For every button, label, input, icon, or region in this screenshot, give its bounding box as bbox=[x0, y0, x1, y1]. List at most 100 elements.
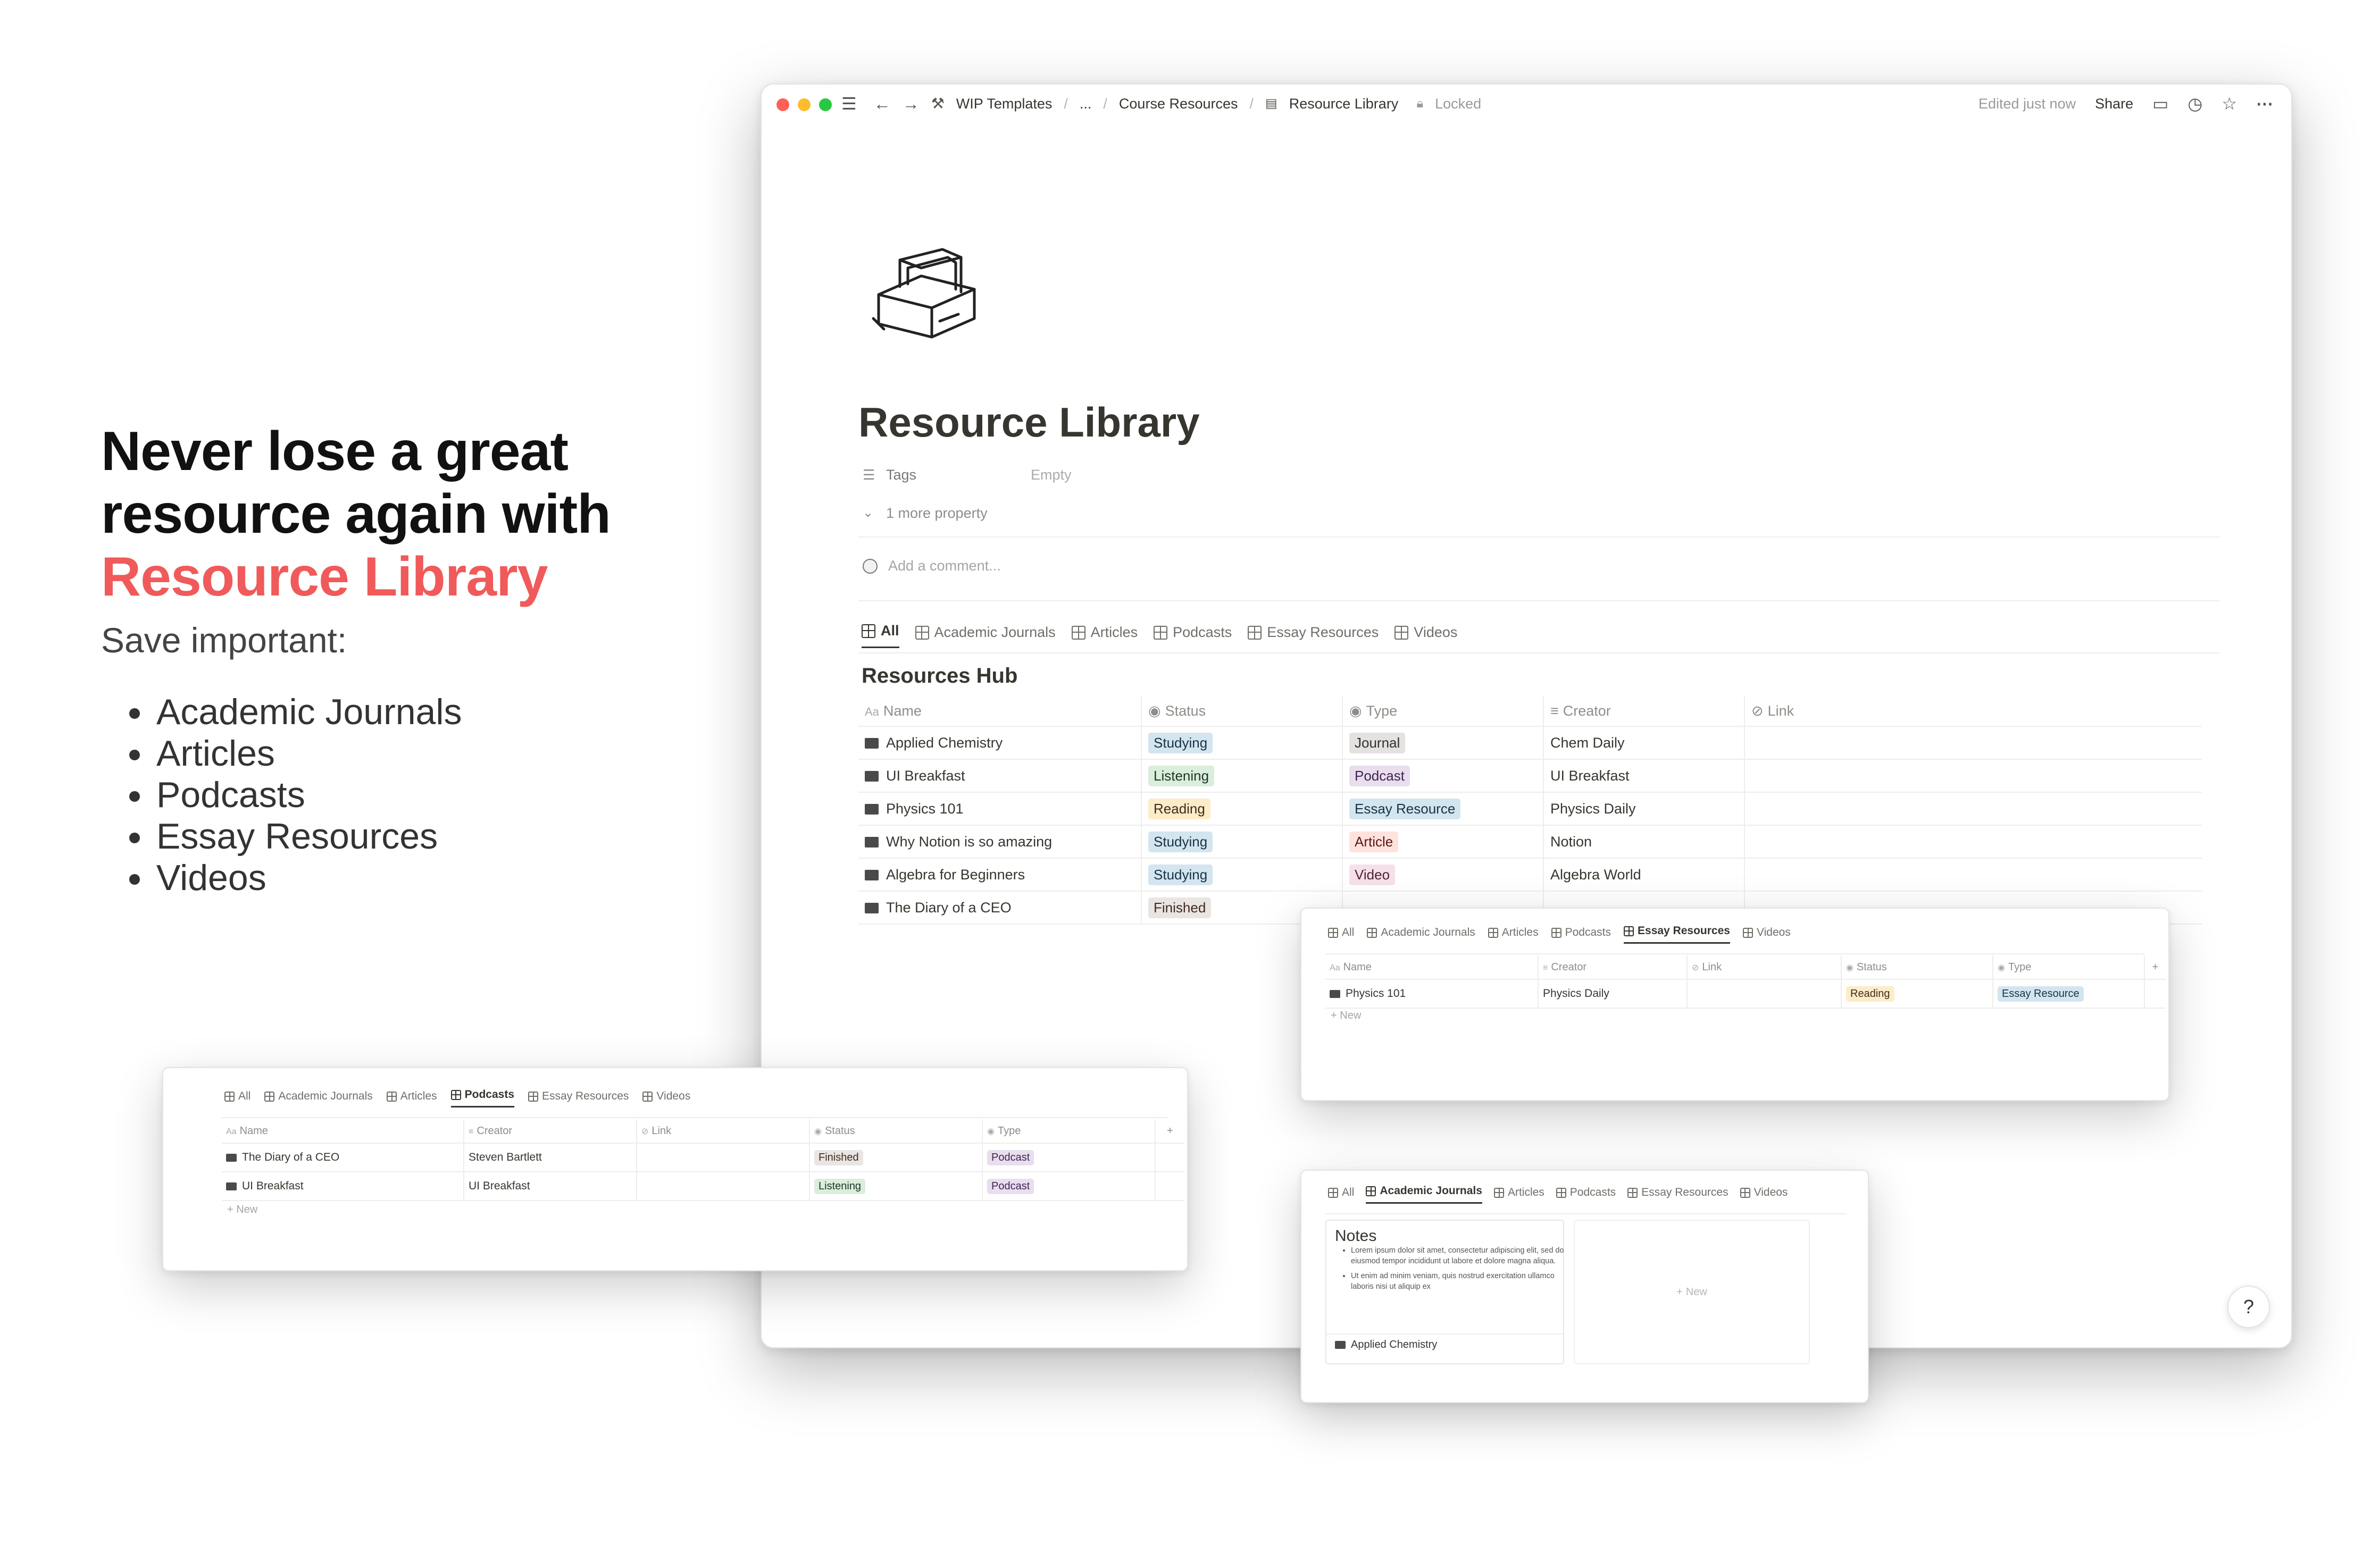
column-header-link[interactable]: ⊘ Link bbox=[637, 1119, 810, 1144]
column-header-link[interactable]: ⊘ Link bbox=[1687, 955, 1842, 980]
property-tags-value[interactable]: Empty bbox=[1031, 467, 1072, 483]
property-tags[interactable]: ☰ Tags Empty bbox=[863, 465, 1072, 484]
cell-type[interactable]: Podcast bbox=[982, 1172, 1156, 1201]
table-row[interactable]: Applied Chemistry Studying Journal Chem Dai… bbox=[858, 726, 2202, 760]
column-header-status[interactable]: ◉ Status bbox=[1141, 696, 1343, 727]
tab-videos[interactable]: Videos bbox=[642, 1090, 690, 1107]
updates-clock-icon[interactable]: ◷ bbox=[2187, 94, 2202, 113]
gallery-new-card[interactable]: + New bbox=[1574, 1220, 1810, 1364]
table-row[interactable]: The Diary of a CEO Steven Bartlett Finishe… bbox=[222, 1143, 1184, 1172]
type-badge[interactable]: Essay Resource bbox=[1349, 798, 1461, 819]
cell-status[interactable]: Studying bbox=[1141, 726, 1343, 760]
tab-all[interactable]: All bbox=[1328, 926, 1354, 944]
cell-type[interactable]: Article bbox=[1342, 825, 1544, 859]
column-header-name[interactable]: Aa Name bbox=[222, 1119, 464, 1144]
cell-creator[interactable]: UI Breakfast bbox=[464, 1172, 637, 1201]
cell-type[interactable]: Podcast bbox=[982, 1143, 1156, 1172]
favorite-star-icon[interactable]: ☆ bbox=[2222, 94, 2237, 113]
cell-name[interactable]: The Diary of a CEO bbox=[222, 1143, 464, 1172]
column-header-name[interactable]: Aa Name bbox=[858, 696, 1142, 727]
cell-type[interactable]: Journal bbox=[1342, 726, 1544, 760]
tab-articles[interactable]: Articles bbox=[1493, 1186, 1544, 1204]
column-header-status[interactable]: ◉ Status bbox=[1841, 955, 1993, 980]
cell-link[interactable] bbox=[1687, 979, 1842, 1009]
tab-articles[interactable]: Articles bbox=[1071, 624, 1138, 648]
tab-academic-journals[interactable]: Academic Journals bbox=[1366, 1185, 1482, 1204]
comments-icon[interactable]: ▭ bbox=[2152, 94, 2168, 113]
page-title[interactable]: Resource Library bbox=[858, 398, 1200, 447]
tab-essay-resources[interactable]: Essay Resources bbox=[1248, 624, 1379, 648]
column-header-status[interactable]: ◉ Status bbox=[809, 1119, 983, 1144]
type-badge[interactable]: Essay Resource bbox=[1998, 986, 2084, 1002]
column-header-type[interactable]: ◉ Type bbox=[1342, 696, 1544, 727]
cell-name[interactable]: Applied Chemistry bbox=[858, 726, 1142, 760]
status-badge[interactable]: Reading bbox=[1846, 986, 1894, 1002]
cell-link[interactable] bbox=[1744, 726, 2202, 760]
cell-link[interactable] bbox=[637, 1143, 810, 1172]
cell-status[interactable]: Reading bbox=[1841, 979, 1993, 1009]
column-header-type[interactable]: ◉ Type bbox=[982, 1119, 1156, 1144]
cell-link[interactable] bbox=[637, 1172, 810, 1201]
column-header-name[interactable]: Aa Name bbox=[1325, 955, 1539, 980]
cell-status[interactable]: Listening bbox=[1141, 759, 1343, 793]
add-column-button[interactable]: + bbox=[2144, 955, 2166, 980]
sidebar-menu-icon[interactable]: ☰ bbox=[841, 94, 857, 113]
back-arrow-icon[interactable]: ← bbox=[874, 94, 891, 113]
tab-all[interactable]: All bbox=[1328, 1186, 1354, 1204]
comment-box[interactable]: Add a comment... bbox=[863, 558, 1001, 574]
breadcrumb-item-ellipsis[interactable]: ... bbox=[1080, 96, 1092, 112]
status-badge[interactable]: Listening bbox=[1148, 765, 1215, 786]
add-column-button[interactable]: + bbox=[1155, 1119, 1184, 1144]
cell-status[interactable]: Studying bbox=[1141, 825, 1343, 859]
forward-arrow-icon[interactable]: → bbox=[903, 94, 920, 113]
more-property-toggle[interactable]: ⌄ 1 more property bbox=[863, 504, 988, 523]
new-row-button[interactable]: + New bbox=[1331, 1010, 1361, 1022]
tab-all[interactable]: All bbox=[862, 623, 899, 648]
cell-type[interactable]: Essay Resource bbox=[1342, 792, 1544, 826]
gallery-card-applied-chemistry[interactable]: Notes Lorem ipsum dolor sit amet, consec… bbox=[1325, 1220, 1564, 1364]
cell-name[interactable]: Algebra for Beginners bbox=[858, 858, 1142, 892]
tab-videos[interactable]: Videos bbox=[1740, 1186, 1788, 1204]
cell-type[interactable]: Video bbox=[1342, 858, 1544, 892]
cell-name[interactable]: The Diary of a CEO bbox=[858, 891, 1142, 925]
new-row-button[interactable]: + New bbox=[227, 1204, 257, 1216]
breadcrumb-item-resource-library[interactable]: Resource Library bbox=[1289, 96, 1399, 112]
column-header-type[interactable]: ◉ Type bbox=[1993, 955, 2145, 980]
status-badge[interactable]: Finished bbox=[814, 1149, 863, 1165]
table-row[interactable]: Why Notion is so amazing Studying Article N… bbox=[858, 825, 2202, 859]
table-row[interactable]: Algebra for Beginners Studying Video Algebr… bbox=[858, 858, 2202, 892]
cell-name[interactable]: Physics 101 bbox=[1325, 979, 1539, 1009]
cell-creator[interactable]: Chem Daily bbox=[1543, 726, 1745, 760]
cell-status[interactable]: Studying bbox=[1141, 858, 1343, 892]
tab-academic-journals[interactable]: Academic Journals bbox=[1367, 926, 1475, 944]
cell-link[interactable] bbox=[1744, 825, 2202, 859]
tab-podcasts[interactable]: Podcasts bbox=[1551, 926, 1611, 944]
breadcrumb-item-course-resources[interactable]: Course Resources bbox=[1119, 96, 1238, 112]
status-badge[interactable]: Finished bbox=[1148, 897, 1212, 918]
cell-creator[interactable]: Algebra World bbox=[1543, 858, 1745, 892]
cell-creator[interactable]: Notion bbox=[1543, 825, 1745, 859]
tab-podcasts[interactable]: Podcasts bbox=[1556, 1186, 1616, 1204]
tab-essay-resources[interactable]: Essay Resources bbox=[528, 1090, 629, 1107]
minimize-window-button[interactable] bbox=[798, 98, 811, 111]
column-header-link[interactable]: ⊘ Link bbox=[1744, 696, 2202, 727]
cell-creator[interactable]: Physics Daily bbox=[1538, 979, 1688, 1009]
type-badge[interactable]: Podcast bbox=[987, 1149, 1034, 1165]
column-header-creator[interactable]: ≡ Creator bbox=[1543, 696, 1745, 727]
cell-status[interactable]: Finished bbox=[809, 1143, 983, 1172]
tab-articles[interactable]: Articles bbox=[386, 1090, 437, 1107]
cell-creator[interactable]: UI Breakfast bbox=[1543, 759, 1745, 793]
cell-type[interactable]: Podcast bbox=[1342, 759, 1544, 793]
column-header-creator[interactable]: ≡ Creator bbox=[1538, 955, 1688, 980]
cell-name[interactable]: UI Breakfast bbox=[222, 1172, 464, 1201]
cell-creator[interactable]: Physics Daily bbox=[1543, 792, 1745, 826]
locked-label[interactable]: Locked bbox=[1435, 96, 1481, 112]
cell-status[interactable]: Reading bbox=[1141, 792, 1343, 826]
tab-videos[interactable]: Videos bbox=[1394, 624, 1457, 648]
table-row[interactable]: UI Breakfast UI Breakfast Listening Podcast bbox=[222, 1172, 1184, 1201]
page-drawer-icon[interactable] bbox=[863, 244, 985, 340]
type-badge[interactable]: Podcast bbox=[987, 1178, 1034, 1194]
status-badge[interactable]: Studying bbox=[1148, 732, 1213, 753]
cell-name[interactable]: UI Breakfast bbox=[858, 759, 1142, 793]
table-row[interactable]: Physics 101 Physics Daily Reading Essay Res… bbox=[1325, 979, 2166, 1009]
